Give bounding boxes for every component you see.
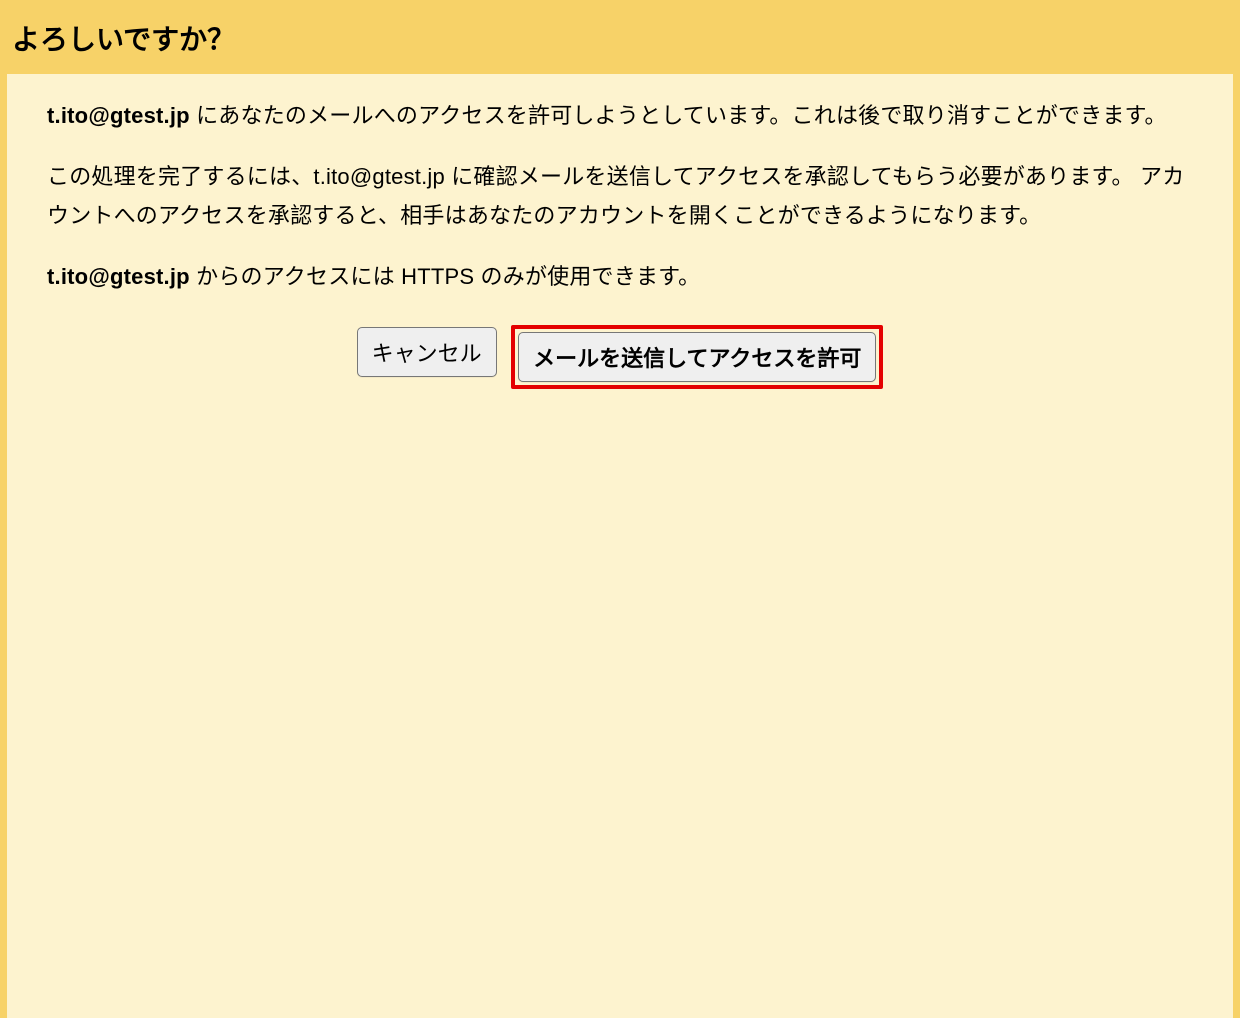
dialog-title: よろしいですか？ <box>12 18 1228 58</box>
email-bold-3: t.ito@gtest.jp <box>47 264 190 289</box>
message-1-rest: にあなたのメールへのアクセスを許可しようとしています。これは後で取り消すことがで… <box>190 103 1167 128</box>
email-bold-1: t.ito@gtest.jp <box>47 103 190 128</box>
send-mail-grant-access-button[interactable]: メールを送信してアクセスを許可 <box>518 332 876 382</box>
cancel-button[interactable]: キャンセル <box>357 327 497 377</box>
dialog-header: よろしいですか？ <box>0 0 1240 74</box>
button-row: キャンセル メールを送信してアクセスを許可 <box>47 325 1193 389</box>
message-paragraph-1: t.ito@gtest.jp にあなたのメールへのアクセスを許可しようとしていま… <box>47 96 1193 135</box>
highlight-frame: メールを送信してアクセスを許可 <box>511 325 883 389</box>
message-paragraph-3: t.ito@gtest.jp からのアクセスには HTTPS のみが使用できます… <box>47 257 1193 296</box>
message-3-rest: からのアクセスには HTTPS のみが使用できます。 <box>190 264 701 289</box>
message-paragraph-2: この処理を完了するには、t.ito@gtest.jp に確認メールを送信してアク… <box>47 157 1193 235</box>
dialog-content: t.ito@gtest.jp にあなたのメールへのアクセスを許可しようとしていま… <box>7 74 1233 1018</box>
